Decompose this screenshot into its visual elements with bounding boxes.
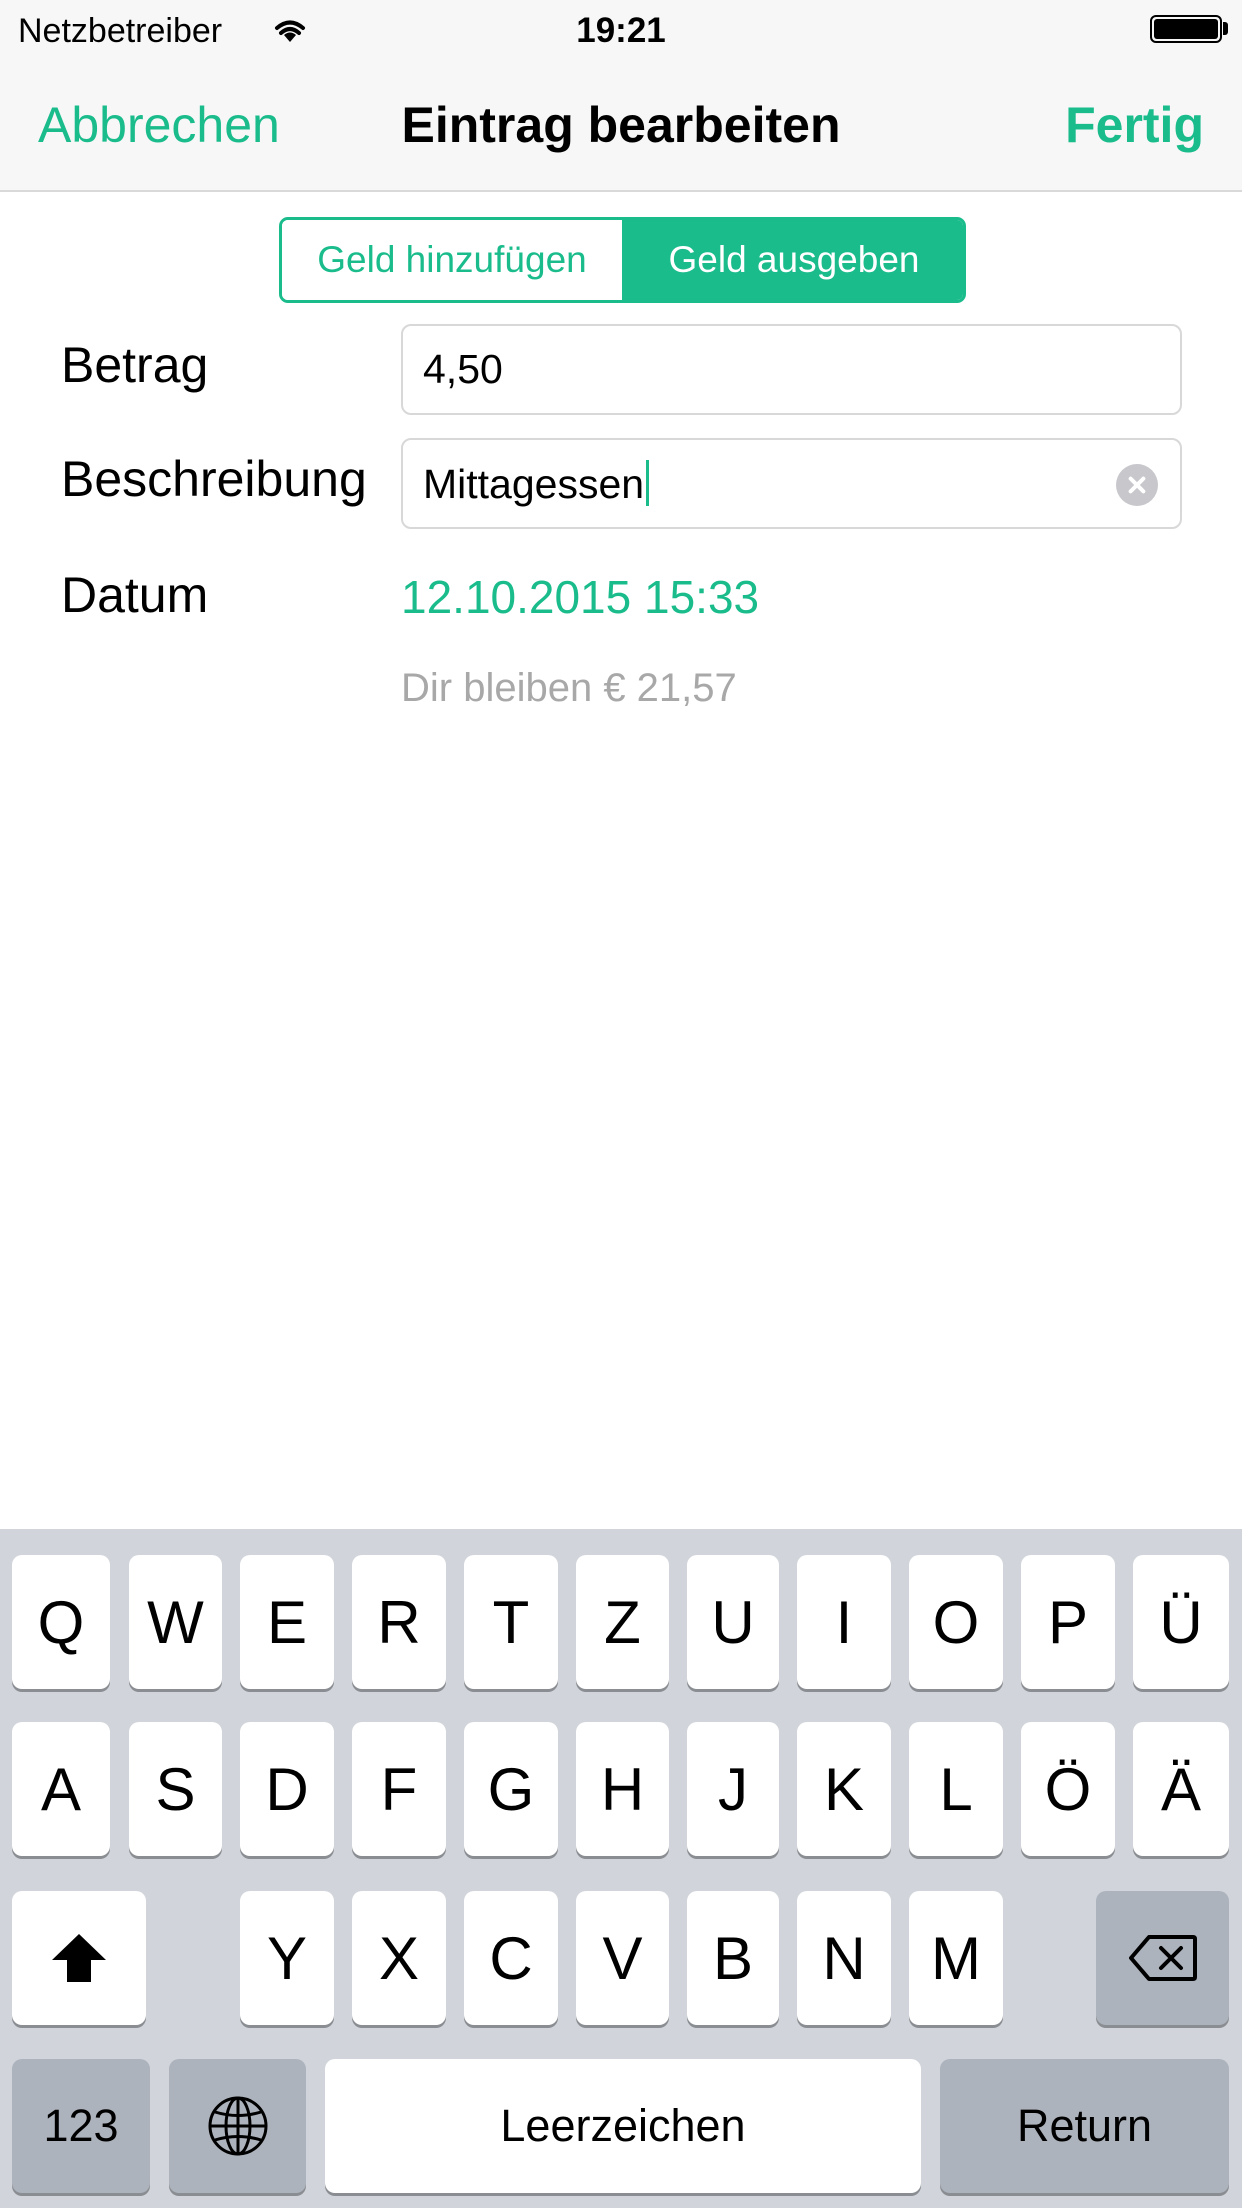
description-value: Mittagessen (423, 461, 645, 507)
text-cursor (646, 460, 650, 506)
backspace-icon (1128, 1935, 1197, 1981)
spend-money-segment[interactable]: Geld ausgeben (625, 220, 963, 300)
key-z[interactable]: Z (576, 1555, 669, 1689)
key-a[interactable]: A (12, 1722, 110, 1856)
delete-key[interactable] (1096, 1891, 1229, 2025)
key-m[interactable]: M (909, 1891, 1003, 2025)
shift-icon (52, 1934, 106, 1982)
globe-key[interactable] (169, 2059, 306, 2193)
key-c[interactable]: C (464, 1891, 558, 2025)
key-p[interactable]: P (1021, 1555, 1115, 1689)
numbers-key[interactable]: 123 (12, 2059, 150, 2193)
description-field[interactable]: Mittagessen (401, 438, 1182, 529)
globe-icon (208, 2096, 267, 2156)
remaining-balance: Dir bleiben € 21,57 (401, 666, 737, 710)
date-label: Datum (61, 567, 209, 623)
transaction-type-segmented-control: Geld hinzufügen Geld ausgeben (279, 217, 966, 303)
key-u[interactable]: U (687, 1555, 779, 1689)
key-n[interactable]: N (797, 1891, 891, 2025)
key-w[interactable]: W (129, 1555, 222, 1689)
key-oe[interactable]: Ö (1021, 1722, 1115, 1856)
shift-key[interactable] (12, 1891, 146, 2025)
page-title: Eintrag bearbeiten (401, 97, 841, 153)
description-label: Beschreibung (61, 451, 367, 507)
key-r[interactable]: R (352, 1555, 446, 1689)
amount-value: 4,50 (423, 346, 503, 392)
amount-field[interactable]: 4,50 (401, 324, 1182, 415)
key-e[interactable]: E (240, 1555, 334, 1689)
key-t[interactable]: T (464, 1555, 558, 1689)
key-o[interactable]: O (909, 1555, 1003, 1689)
key-v[interactable]: V (576, 1891, 669, 2025)
space-key[interactable]: Leerzeichen (325, 2059, 921, 2193)
key-k[interactable]: K (797, 1722, 891, 1856)
navigation-bar: Abbrechen Eintrag bearbeiten Fertig (0, 60, 1242, 192)
battery-icon (1150, 15, 1222, 43)
key-g[interactable]: G (464, 1722, 558, 1856)
clock: 19:21 (576, 11, 666, 50)
key-b[interactable]: B (687, 1891, 779, 2025)
key-ae[interactable]: Ä (1133, 1722, 1229, 1856)
key-f[interactable]: F (352, 1722, 446, 1856)
done-button[interactable]: Fertig (1065, 96, 1204, 154)
key-d[interactable]: D (240, 1722, 334, 1856)
status-bar: Netzbetreiber 19:21 (0, 0, 1242, 60)
battery-tip (1223, 22, 1228, 35)
description-value-wrapper: Mittagessen (423, 460, 650, 508)
key-h[interactable]: H (576, 1722, 669, 1856)
key-i[interactable]: I (797, 1555, 891, 1689)
add-money-segment[interactable]: Geld hinzufügen (282, 220, 625, 300)
keyboard: Q W E R T Z U I O P Ü A S D F G H J K L … (0, 1529, 1242, 2208)
key-y[interactable]: Y (240, 1891, 334, 2025)
key-s[interactable]: S (129, 1722, 222, 1856)
key-x[interactable]: X (352, 1891, 446, 2025)
key-ue[interactable]: Ü (1133, 1555, 1229, 1689)
return-key[interactable]: Return (940, 2059, 1229, 2193)
clear-text-icon[interactable] (1116, 464, 1158, 506)
amount-label: Betrag (61, 337, 209, 393)
date-value[interactable]: 12.10.2015 15:33 (401, 570, 759, 624)
key-q[interactable]: Q (12, 1555, 110, 1689)
key-j[interactable]: J (687, 1722, 779, 1856)
key-l[interactable]: L (909, 1722, 1003, 1856)
